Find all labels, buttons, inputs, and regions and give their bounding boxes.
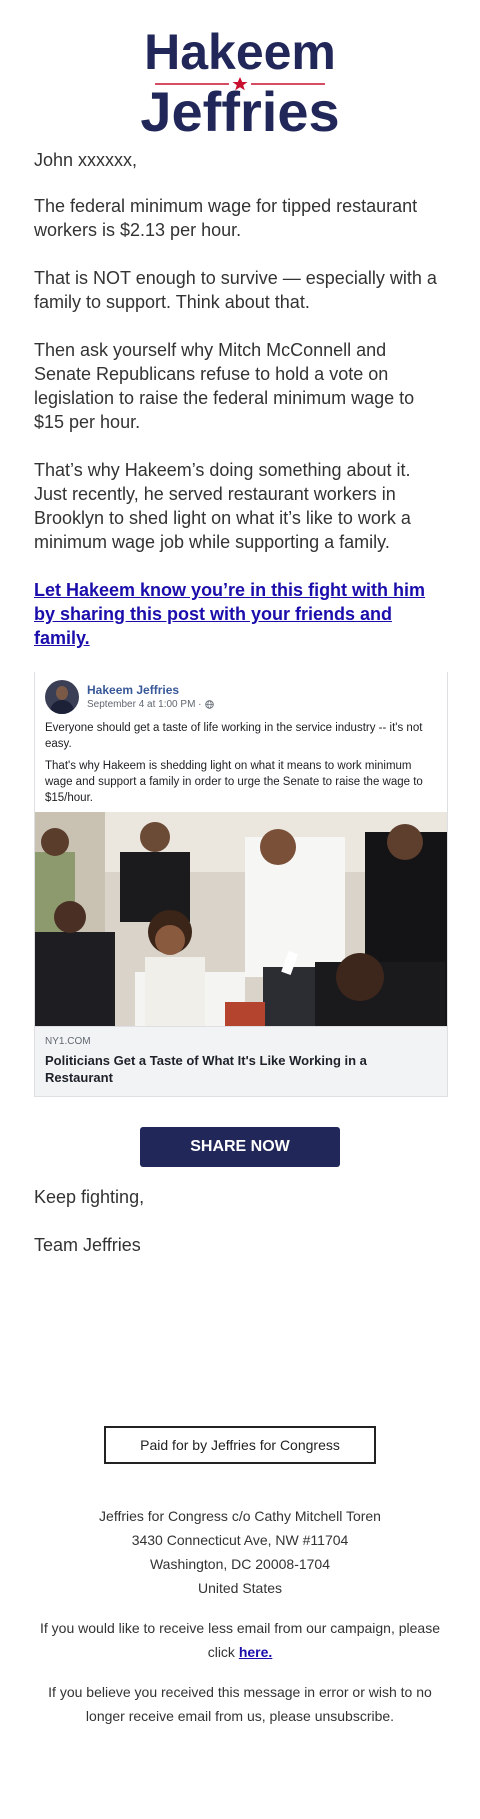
paid-for-disclaimer: Paid for by Jeffries for Congress [104,1426,376,1464]
share-post-link[interactable]: Let Hakeem know you’re in this fight wit… [34,578,446,650]
paragraph-mcconnell: Then ask yourself why Mitch McConnell an… [34,340,415,432]
email-footer: Paid for by Jeffries for Congress Jeffri… [0,1426,480,1728]
address-line: Washington, DC 20008-1704 [149,1556,331,1572]
unsubscribe-notice: If you believe you received this message… [48,1684,432,1724]
link-domain: NY1.COM [45,1036,91,1047]
post-author[interactable]: Hakeem Jeffries [87,683,214,698]
post-link-preview[interactable]: NY1.COM Politicians Get a Taste of What … [35,1026,447,1096]
address-line: United States [197,1580,283,1596]
post-photo[interactable] [35,812,447,1026]
less-email-notice: If you would like to receive less email … [30,1616,450,1664]
logo-bottom-word: Jeffries [140,80,339,139]
email-body: John xxxxxx, The federal minimum wage fo… [34,148,448,1281]
share-now-button[interactable]: SHARE NOW [140,1127,340,1167]
post-text-2: That's why Hakeem is shedding light on w… [45,760,423,804]
salutation: John xxxxxx, [34,150,138,170]
less-email-link[interactable]: here. [239,1644,272,1660]
paragraph-hakeem-action: That’s why Hakeem’s doing something abou… [34,460,411,552]
paragraph-not-enough: That is NOT enough to survive — especial… [34,268,437,312]
signoff-line: Keep fighting, [34,1187,145,1207]
post-text-1: Everyone should get a taste of life work… [45,722,423,750]
signoff-name: Team Jeffries [34,1235,141,1255]
post-timestamp[interactable]: September 4 at 1:00 PM · [87,698,202,712]
link-title[interactable]: Politicians Get a Taste of What It's Lik… [45,1052,437,1086]
address-line: Jeffries for Congress c/o Cathy Mitchell… [99,1508,381,1524]
campaign-logo: Hakeem Jeffries [0,24,480,139]
address-line: 3430 Connecticut Ave, NW #11704 [131,1532,349,1548]
avatar[interactable] [45,680,79,714]
logo-top-word: Hakeem [144,24,336,80]
facebook-post-card[interactable]: Hakeem Jeffries September 4 at 1:00 PM ·… [34,672,448,1097]
paragraph-min-wage: The federal minimum wage for tipped rest… [34,196,418,240]
post-meta: September 4 at 1:00 PM · [87,698,214,712]
facebook-post-header: Hakeem Jeffries September 4 at 1:00 PM · [35,672,447,720]
globe-icon [204,700,214,709]
mailing-address: Jeffries for Congress c/o Cathy Mitchell… [0,1504,480,1600]
